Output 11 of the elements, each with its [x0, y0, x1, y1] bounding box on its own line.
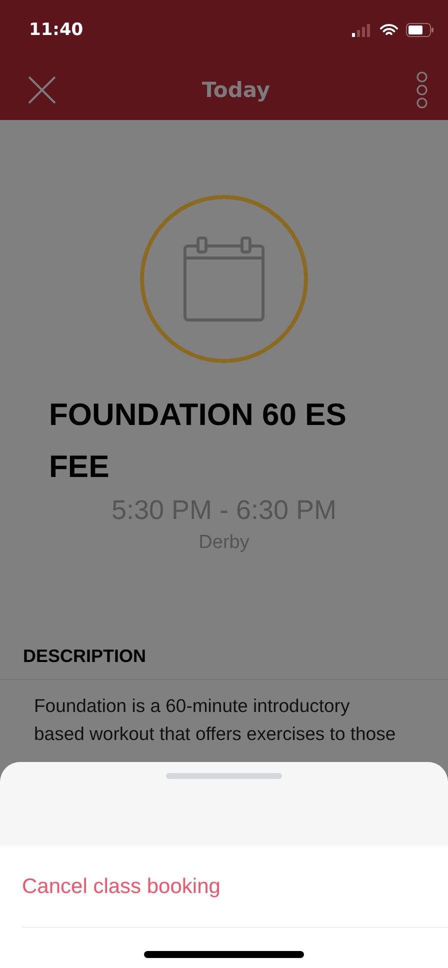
section-heading: DESCRIPTION — [0, 646, 448, 680]
close-icon[interactable] — [28, 76, 56, 104]
header-title: Today — [202, 78, 270, 102]
calendar-icon — [183, 236, 265, 322]
battery-icon — [406, 23, 434, 37]
description-text: Foundation is a 60-minute introductory based workout that offers exercises to those — [33, 694, 397, 746]
more-icon[interactable] — [416, 71, 428, 109]
status-time: 11:40 — [29, 20, 84, 40]
class-title: FOUNDATION 60 ES FEE — [48, 396, 348, 486]
signal-icon — [352, 24, 372, 36]
wifi-icon — [380, 24, 398, 36]
